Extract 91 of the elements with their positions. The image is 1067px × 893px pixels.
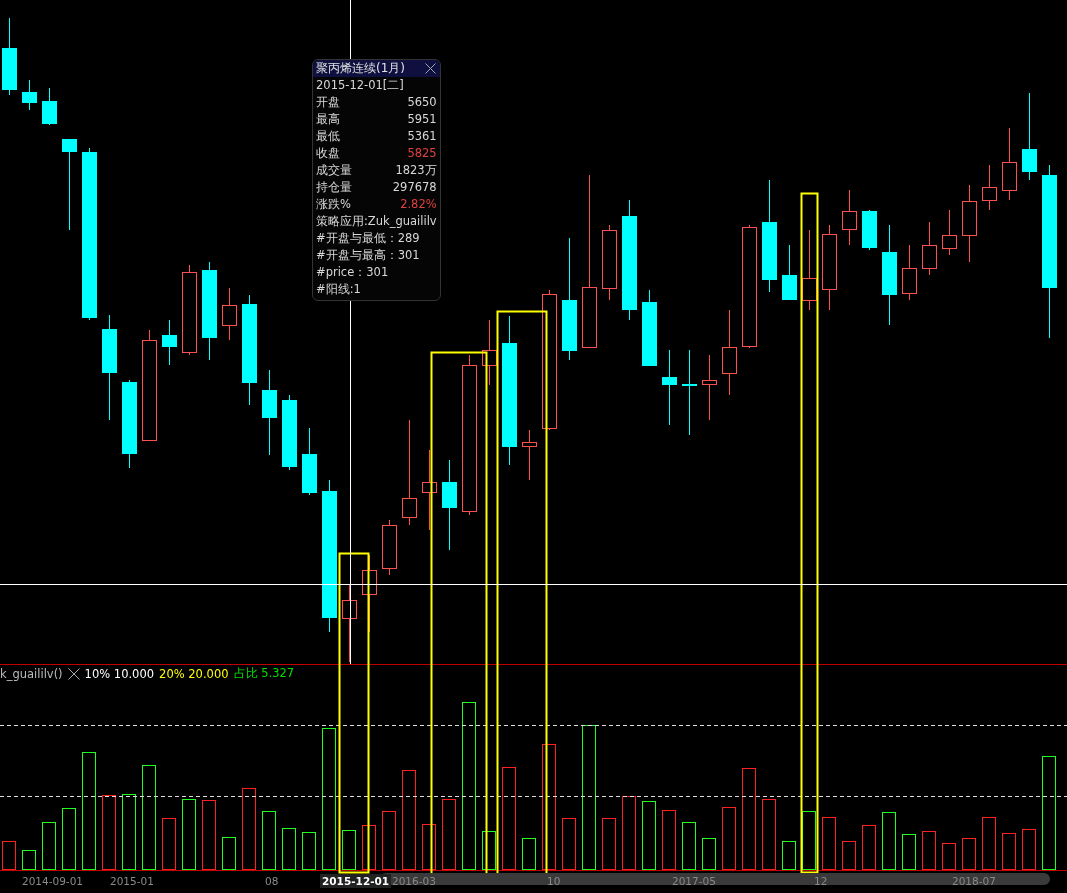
- volume-bar: [962, 838, 976, 870]
- falling-candlestick: [862, 209, 877, 251]
- volume-bar: [1022, 829, 1036, 870]
- volume-bar: [282, 828, 296, 870]
- field-label: 持仓量: [316, 179, 352, 196]
- axis-label: 2016-03: [391, 874, 437, 888]
- volume-bar: [302, 832, 316, 870]
- strategy-note: #开盘与最低：289: [315, 230, 421, 247]
- field-value: 5361: [407, 128, 437, 145]
- volume-bar: [222, 837, 236, 870]
- volume-bar: [722, 807, 736, 870]
- field-label: 成交量: [316, 162, 352, 179]
- cross-icon: [67, 667, 80, 680]
- field-value: 2.82%: [400, 196, 437, 213]
- field-label: 开盘: [316, 94, 340, 111]
- axis-label: 2015-12-01: [320, 874, 392, 888]
- falling-candlestick: [162, 319, 177, 366]
- rising-candlestick: [702, 354, 717, 421]
- field-label: 涨跌%: [316, 196, 351, 213]
- falling-candlestick: [302, 427, 317, 496]
- axis-label: 12: [813, 874, 829, 888]
- field-value: 297678: [392, 179, 437, 196]
- rising-candlestick: [982, 164, 997, 211]
- axis-label: 2017-05: [671, 874, 717, 888]
- volume-bar: [2, 841, 16, 870]
- field-label: 最高: [316, 111, 340, 128]
- tooltip-date: 2015-12-01[二]: [315, 77, 405, 94]
- close-icon[interactable]: [424, 63, 436, 74]
- volume-bar: [362, 825, 376, 870]
- volume-bar: [822, 817, 836, 870]
- volume-bar: [202, 800, 216, 870]
- field-value: 5650: [407, 94, 437, 111]
- volume-bar: [842, 841, 856, 870]
- indicator-value: 占比 5.327: [233, 666, 295, 681]
- strategy-note: 策略应用:Zuk_guaililv: [315, 213, 438, 230]
- volume-bar: [22, 850, 36, 870]
- volume-bar: [442, 799, 456, 870]
- axis-label: 2018-07: [951, 874, 997, 888]
- falling-candlestick: [22, 79, 37, 111]
- volume-bar: [162, 818, 176, 870]
- strategy-note: #开盘与最高：301: [315, 247, 421, 264]
- indicator-value: 10% 10.000: [84, 666, 155, 681]
- volume-bar: [662, 810, 676, 870]
- rising-candlestick: [922, 221, 937, 276]
- volume-bar: [862, 825, 876, 870]
- indicator-name: k_guaililv(): [0, 666, 63, 681]
- volume-bar: [42, 822, 56, 870]
- falling-candlestick: [782, 244, 797, 301]
- volume-bar: [182, 799, 196, 870]
- volume-bar: [522, 838, 536, 870]
- volume-bar: [762, 799, 776, 870]
- volume-bar: [702, 838, 716, 870]
- volume-bar: [1002, 833, 1016, 870]
- volume-bar: [482, 831, 496, 870]
- field-label: 最低: [316, 128, 340, 145]
- volume-bar: [782, 841, 796, 870]
- axis-label: 2014-09-01: [21, 874, 85, 888]
- volume-bar: [562, 818, 576, 870]
- volume-bar: [942, 843, 956, 870]
- axis-label: 2015-01: [109, 874, 155, 888]
- rising-candlestick: [902, 244, 917, 301]
- volume-bar: [922, 831, 936, 870]
- tooltip-title: 聚丙烯连续(1月): [316, 60, 405, 77]
- volume-bar: [422, 824, 436, 870]
- volume-bar: [62, 808, 76, 870]
- volume-bar: [802, 811, 816, 870]
- volume-bar: [602, 818, 616, 870]
- strategy-note: #阳线:1: [315, 281, 362, 298]
- field-label: 收盘: [316, 145, 340, 162]
- axis-label: 10: [546, 874, 562, 888]
- volume-bar: [682, 822, 696, 870]
- field-value: 5951: [407, 111, 437, 128]
- volume-bar: [982, 817, 996, 870]
- rising-candlestick: [482, 319, 497, 386]
- volume-bar: [642, 801, 656, 870]
- volume-bar: [262, 811, 276, 870]
- volume-bar: [342, 830, 356, 870]
- strategy-note: #price：301: [315, 264, 390, 281]
- rising-candlestick: [522, 429, 537, 481]
- rising-candlestick: [942, 209, 957, 256]
- field-value: 5825: [407, 145, 437, 162]
- rising-candlestick: [382, 519, 397, 576]
- indicator-value: 20% 20.000: [159, 666, 229, 681]
- axis-label: 08: [264, 874, 280, 888]
- field-value: 1823万: [395, 162, 437, 179]
- volume-bar: [902, 834, 916, 870]
- volume-bar: [882, 812, 896, 870]
- rising-candlestick: [842, 189, 857, 246]
- rising-candlestick: [222, 287, 237, 341]
- volume-bar: [382, 811, 396, 870]
- falling-candlestick: [42, 87, 57, 126]
